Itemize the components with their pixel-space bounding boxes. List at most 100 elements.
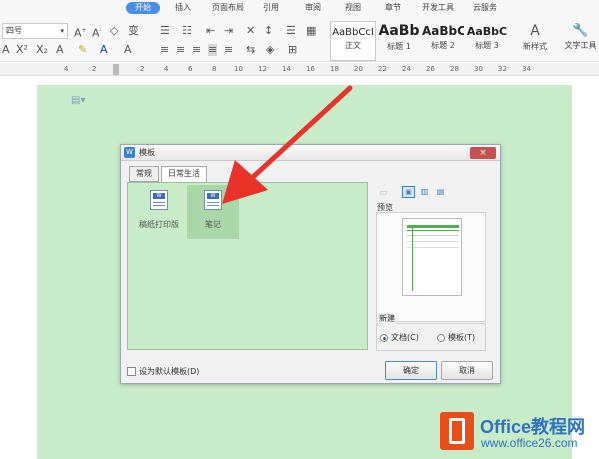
style-heading-1[interactable]: AaBb 标题 1 (378, 21, 420, 61)
shading-icon[interactable]: ◈ (266, 44, 274, 56)
new-style-icon: A (530, 23, 540, 39)
font-size-value: 四号 (6, 26, 22, 35)
document-radio[interactable] (380, 334, 388, 342)
preview-document (402, 218, 462, 296)
align-left-icon[interactable]: ≡ (160, 44, 169, 56)
text-effect-icon[interactable]: A (56, 44, 64, 56)
indent-marker[interactable] (113, 64, 119, 75)
line-spacing-icon[interactable]: ☰ (286, 25, 296, 37)
numbered-list-icon[interactable]: ☷ (182, 25, 192, 37)
ruler-number: 34 (522, 65, 531, 73)
ok-button[interactable]: 确定 (385, 361, 437, 380)
new-group-label: 新建 (378, 313, 396, 324)
ruler-number: 18 (330, 65, 339, 73)
style-heading-2-label: 标题 2 (431, 41, 455, 50)
new-group: 新建 文档(C) 模板(T) (376, 313, 486, 351)
sort-icon[interactable]: ↕ (264, 25, 273, 37)
new-style-label: 新样式 (523, 42, 547, 51)
subscript-icon[interactable]: X₂ (36, 44, 48, 56)
list-view-icon[interactable]: ▥ (418, 186, 431, 198)
tab-developer[interactable]: 开发工具 (418, 2, 458, 14)
watermark: Office教程网 www.office26.com (434, 410, 599, 459)
ribbon-toolbar: 四号 ▾ A+ A- ◇ 变 ☰ ☷ ⇤ ⇥ ✕ ↕ ☰ ▦ A X² X₂ A… (0, 16, 599, 62)
increase-indent-icon[interactable]: ⇥ (224, 25, 233, 37)
text-tools-button[interactable]: 🔧 文字工具 (562, 21, 599, 61)
decrease-indent-icon[interactable]: ⇤ (206, 25, 215, 37)
tab-insert[interactable]: 插入 (170, 2, 196, 14)
bullet-list-icon[interactable]: ☰ (160, 25, 170, 37)
folder-up-icon[interactable]: ▭ (379, 188, 388, 198)
style-heading-2-sample: AaBbC (422, 24, 464, 38)
ruler-number: 6 (188, 65, 193, 73)
template-item-notes[interactable]: W 笔记 (187, 185, 239, 239)
ruler-number: 22 (378, 65, 387, 73)
chinese-layout-icon[interactable]: ✕ (246, 25, 255, 37)
align-right-icon[interactable]: ≡ (192, 44, 201, 56)
borders-icon[interactable]: ▦ (306, 25, 316, 37)
highlight-icon[interactable]: ✎ (78, 44, 87, 56)
details-view-icon[interactable]: ▤ (434, 186, 447, 198)
tab-stops-icon[interactable]: ⇆ (246, 44, 255, 56)
align-center-icon[interactable]: ≡ (176, 44, 185, 56)
style-heading-2[interactable]: AaBbC 标题 2 (422, 21, 464, 61)
ruler-number: 8 (212, 65, 217, 73)
style-normal-sample: AaBbCcI (332, 27, 374, 38)
font-color-icon[interactable]: A (100, 44, 108, 56)
ruler-number: 4 (64, 65, 69, 73)
border-icon[interactable]: ⊞ (288, 44, 297, 56)
watermark-url: www.office26.com (481, 436, 578, 450)
close-button[interactable]: × (470, 147, 496, 159)
tab-reference[interactable]: 引用 (258, 2, 284, 14)
style-heading-3-sample: AaBbC (466, 25, 508, 38)
strikethrough-icon[interactable]: A (2, 44, 10, 56)
template-item-manuscript[interactable]: W 稿纸打印版 (133, 185, 185, 239)
dialog-title-bar[interactable]: W 模板 × (121, 145, 500, 161)
menu-bar: 开始 插入 页面布局 引用 审阅 视图 章节 开发工具 云服务 (0, 0, 599, 16)
style-heading-1-sample: AaBb (378, 23, 420, 39)
ruler-number: 26 (426, 65, 435, 73)
tab-review[interactable]: 审阅 (300, 2, 326, 14)
word-document-icon: W (150, 190, 168, 210)
tab-daily-life[interactable]: 日常生活 (161, 166, 207, 183)
tab-start[interactable]: 开始 (126, 2, 160, 14)
style-heading-1-label: 标题 1 (387, 42, 411, 51)
template-radio[interactable] (437, 334, 445, 342)
superscript-icon[interactable]: X² (16, 44, 28, 56)
ruler-number: 10 (234, 65, 243, 73)
clear-format-icon[interactable]: ◇ (110, 25, 118, 37)
cancel-button[interactable]: 取消 (441, 361, 493, 380)
distributed-icon[interactable]: ≡ (224, 44, 233, 56)
set-default-checkbox[interactable] (127, 367, 136, 376)
template-label: 笔记 (205, 220, 221, 229)
large-icons-view-icon[interactable]: ▣ (402, 186, 415, 198)
font-size-select[interactable]: 四号 ▾ (2, 23, 68, 39)
template-preview (376, 212, 486, 322)
ruler-number: 16 (306, 65, 315, 73)
style-normal[interactable]: AaBbCcI 正文 (330, 21, 376, 61)
tab-view[interactable]: 视图 (340, 2, 366, 14)
wrench-icon: 🔧 (572, 23, 589, 38)
shrink-font-icon[interactable]: A- (92, 25, 102, 40)
text-tools-label: 文字工具 (564, 41, 597, 50)
template-radio-label: 模板(T) (448, 333, 476, 342)
grow-font-icon[interactable]: A+ (74, 25, 87, 40)
tab-cloud[interactable]: 云服务 (468, 2, 502, 14)
tab-chapter[interactable]: 章节 (380, 2, 406, 14)
justify-icon[interactable]: ≡ (208, 44, 218, 56)
tab-general[interactable]: 常规 (129, 166, 159, 182)
office-logo (440, 412, 474, 450)
style-heading-3[interactable]: AaBbC 标题 3 (466, 21, 508, 61)
document-radio-label: 文档(C) (391, 333, 419, 342)
phonetic-icon[interactable]: 变 (128, 25, 139, 37)
ruler-number: 28 (450, 65, 459, 73)
paste-options-icon[interactable]: ▤▾ (71, 95, 85, 106)
new-style-button[interactable]: A 新样式 (516, 21, 554, 61)
ruler-number: 20 (354, 65, 363, 73)
tab-page-layout[interactable]: 页面布局 (206, 2, 250, 14)
ruler-number: 12 (258, 65, 267, 73)
char-shading-icon[interactable]: A (124, 44, 132, 56)
ruler-number: 32 (498, 65, 507, 73)
horizontal-ruler[interactable]: 4 2 2 4 6 8 10 12 14 16 18 20 22 24 26 2… (0, 63, 599, 76)
style-normal-label: 正文 (345, 41, 361, 50)
ruler-number: 14 (282, 65, 291, 73)
